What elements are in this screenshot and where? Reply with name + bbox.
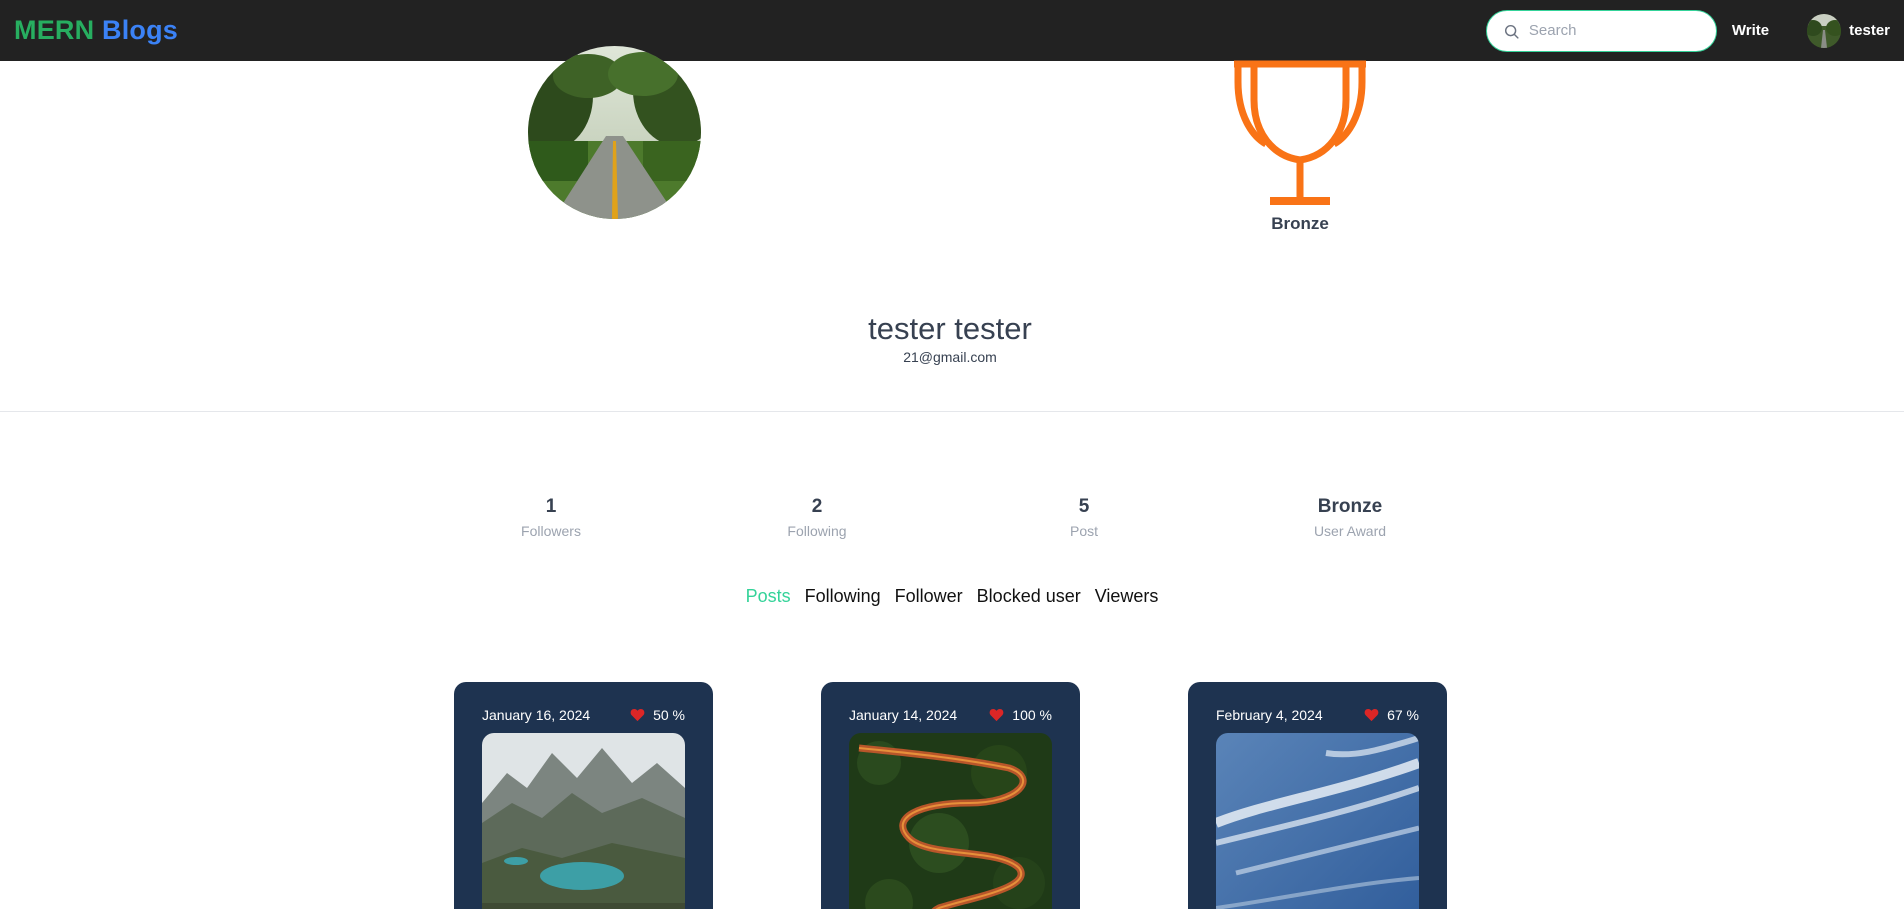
brand-part-2: Blogs xyxy=(102,15,179,45)
post-likes-value: 100 % xyxy=(1012,707,1052,723)
post-card[interactable]: February 4, 2024 67 % xyxy=(1188,682,1447,909)
stat-label: Post xyxy=(1069,523,1098,539)
post-date: January 16, 2024 xyxy=(482,707,591,723)
search-input[interactable] xyxy=(1528,22,1699,39)
stat-posts[interactable]: 5 Post xyxy=(984,496,1184,539)
heart-icon xyxy=(989,708,1004,722)
stat-value: Bronze xyxy=(1317,496,1383,517)
stat-user-award: Bronze User Award xyxy=(1250,496,1450,539)
trophy-icon xyxy=(1234,60,1366,205)
stat-label: Followers xyxy=(521,523,581,539)
post-image[interactable] xyxy=(849,733,1052,909)
user-avatar[interactable] xyxy=(1807,13,1842,48)
post-likes[interactable]: 50 % xyxy=(630,707,685,723)
profile-picture[interactable] xyxy=(528,46,701,219)
post-date: January 14, 2024 xyxy=(849,707,958,723)
divider xyxy=(0,411,1904,412)
stat-value: 1 xyxy=(545,496,557,517)
post-card[interactable]: January 16, 2024 50 % xyxy=(454,682,713,909)
user-name: tester xyxy=(1849,22,1890,39)
stat-label: Following xyxy=(787,523,847,539)
post-image[interactable] xyxy=(1216,733,1419,909)
search-icon xyxy=(1504,24,1519,39)
heart-icon xyxy=(630,708,645,722)
post-likes-value: 67 % xyxy=(1387,707,1419,723)
post-likes-value: 50 % xyxy=(653,707,685,723)
navbar: MERN Blogs Write xyxy=(0,0,1904,61)
award-label: Bronze xyxy=(1271,214,1329,233)
tab-follower[interactable]: Follower xyxy=(895,586,963,607)
stat-following[interactable]: 2 Following xyxy=(717,496,917,539)
write-link[interactable]: Write xyxy=(1732,22,1769,39)
tab-posts[interactable]: Posts xyxy=(746,586,791,607)
post-card[interactable]: January 14, 2024 100 % xyxy=(821,682,1080,909)
navbar-right: Write tester xyxy=(1485,0,1890,61)
tab-following[interactable]: Following xyxy=(805,586,881,607)
tab-blocked-user[interactable]: Blocked user xyxy=(977,586,1081,607)
stat-value: 5 xyxy=(1078,496,1090,517)
post-likes[interactable]: 100 % xyxy=(989,707,1052,723)
profile-tabs: Posts Following Follower Blocked user Vi… xyxy=(0,586,1904,607)
search-box[interactable] xyxy=(1485,9,1717,52)
post-image[interactable] xyxy=(482,733,685,909)
tab-viewers[interactable]: Viewers xyxy=(1095,586,1159,607)
stat-label: User Award xyxy=(1313,523,1387,539)
brand-logo[interactable]: MERN Blogs xyxy=(14,15,178,46)
profile-email: 21@gmail.com xyxy=(903,349,997,365)
profile-full-name: tester tester xyxy=(868,311,1032,346)
brand-part-1: MERN xyxy=(14,15,95,45)
post-date: February 4, 2024 xyxy=(1216,707,1323,723)
post-likes[interactable]: 67 % xyxy=(1364,707,1419,723)
user-menu[interactable]: tester xyxy=(1807,13,1890,48)
heart-icon xyxy=(1364,708,1379,722)
stat-followers[interactable]: 1 Followers xyxy=(451,496,651,539)
profile-page: MERN Blogs Write xyxy=(0,0,1904,909)
stat-value: 2 xyxy=(811,496,823,517)
